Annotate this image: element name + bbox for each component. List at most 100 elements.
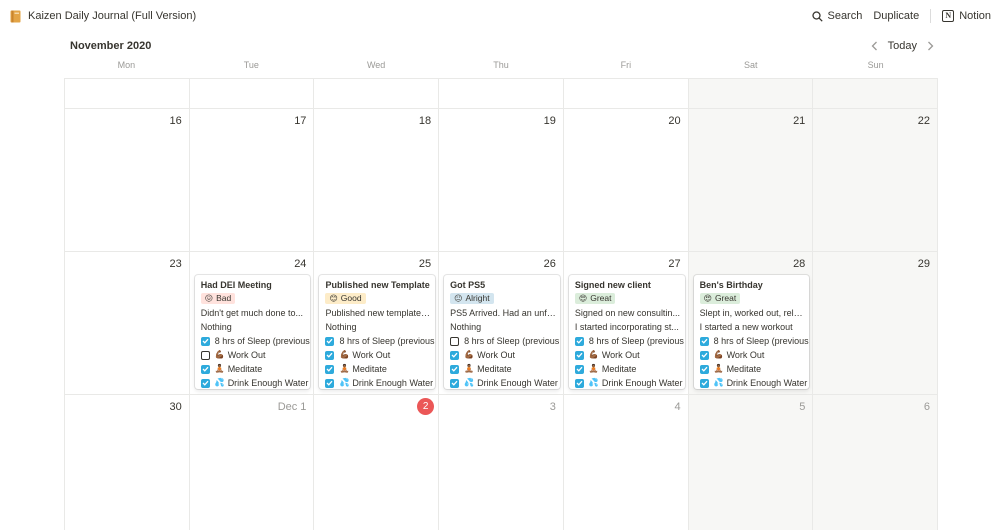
- habit-label: 8 hrs of Sleep (previous n: [339, 336, 436, 346]
- checkbox-checked[interactable]: [699, 378, 709, 388]
- journal-entry-card[interactable]: Ben's Birthday 😍 Great Slept in, worked out…: [693, 275, 810, 389]
- journal-entry-card[interactable]: Got PS5 😐 Alright PS5 Arrived. Had an unfo.…: [444, 275, 560, 389]
- mood-emoji-icon: 😐: [454, 294, 463, 303]
- day-cell[interactable]: 4: [564, 395, 689, 530]
- day-cell[interactable]: 29: [813, 252, 939, 394]
- weekday-mon: Mon: [117, 60, 136, 70]
- weekday-thu: Thu: [493, 60, 509, 70]
- habit-emoji-icon: 💪🏾: [464, 350, 475, 359]
- calendar-grid: 16 17 18 19 20 21 22 23 24 Had DEI Meeting 😖 Bad Did…: [64, 78, 939, 530]
- habit-emoji-icon: 🧘🏾: [464, 364, 475, 373]
- checkbox-unchecked[interactable]: [450, 336, 460, 346]
- day-cell[interactable]: [564, 79, 689, 108]
- checkbox-checked[interactable]: [574, 336, 584, 346]
- checkbox-checked[interactable]: [200, 336, 210, 346]
- day-number: 19: [543, 115, 556, 127]
- day-cell[interactable]: 22: [813, 109, 939, 251]
- check-icon: [326, 352, 333, 358]
- notion-button[interactable]: N Notion: [942, 10, 991, 22]
- top-actions: Search Duplicate N Notion: [801, 9, 991, 23]
- checkbox-checked[interactable]: [450, 350, 460, 360]
- search-button[interactable]: Search: [812, 10, 862, 22]
- day-cell[interactable]: [813, 79, 939, 108]
- checkbox-checked[interactable]: [450, 364, 460, 374]
- day-number: 21: [793, 115, 806, 127]
- day-cell[interactable]: 17: [190, 109, 315, 251]
- today-date-badge: 2: [417, 398, 435, 415]
- day-number: 5: [799, 401, 806, 413]
- day-number: 23: [169, 258, 182, 270]
- day-cell[interactable]: 28 Ben's Birthday 😍 Great Slept in, worked o…: [688, 252, 814, 394]
- day-cell[interactable]: 6: [813, 395, 939, 530]
- day-cell[interactable]: 18: [314, 109, 440, 251]
- day-cell[interactable]: 21: [688, 109, 814, 251]
- mood-emoji-icon: 😊: [329, 294, 338, 303]
- day-cell[interactable]: [64, 79, 190, 108]
- checkbox-checked[interactable]: [325, 364, 335, 374]
- checkbox-checked[interactable]: [200, 378, 210, 388]
- day-cell[interactable]: 5: [688, 395, 814, 530]
- checkbox-checked[interactable]: [450, 378, 460, 388]
- today-button[interactable]: Today: [888, 40, 917, 52]
- day-cell[interactable]: [190, 79, 315, 108]
- previous-month-button[interactable]: [868, 39, 882, 53]
- checkbox-checked[interactable]: [325, 336, 335, 346]
- habit-label: Work Out: [601, 350, 640, 360]
- entry-learned: I started a new workout: [699, 322, 793, 332]
- journal-entry-card[interactable]: Signed new client 😍 Great Signed on new con…: [568, 275, 685, 389]
- journal-entry-card[interactable]: Had DEI Meeting 😖 Bad Didn't get much done …: [194, 275, 311, 389]
- checkbox-checked[interactable]: [574, 364, 584, 374]
- day-cell[interactable]: 23: [64, 252, 190, 394]
- habit-row: 🧘🏾 Meditate: [574, 362, 685, 376]
- checkbox-checked[interactable]: [325, 350, 335, 360]
- mood-tag: 😐 Alright: [450, 293, 494, 304]
- checkbox-checked[interactable]: [200, 364, 210, 374]
- checkbox-checked[interactable]: [699, 364, 709, 374]
- day-cell[interactable]: [439, 79, 564, 108]
- calendar-nav: Today: [868, 39, 937, 53]
- day-cell[interactable]: 26 Got PS5 😐 Alright PS5 Arrived. Had an unf…: [439, 252, 564, 394]
- day-cell[interactable]: 25 Published new Template 😊 Good Published n…: [314, 252, 440, 394]
- day-cell[interactable]: Dec 1: [190, 395, 315, 530]
- check-icon: [576, 352, 583, 358]
- checkbox-checked[interactable]: [325, 378, 335, 388]
- page-title: Kaizen Daily Journal (Full Version): [28, 10, 197, 22]
- day-number: 27: [668, 258, 681, 270]
- habit-emoji-icon: 💦: [464, 378, 475, 387]
- day-number: 17: [294, 115, 307, 127]
- day-cell[interactable]: 16: [64, 109, 190, 251]
- week-row: 30 Dec 1 2 3 4 5 6: [64, 394, 939, 530]
- next-month-button[interactable]: [923, 39, 937, 53]
- habit-row: 8 hrs of Sleep (previous n: [450, 334, 560, 348]
- day-cell[interactable]: 19: [439, 109, 564, 251]
- entry-note: Published new template. ...: [325, 308, 434, 318]
- day-cell[interactable]: 27 Signed new client 😍 Great Signed on new c…: [564, 252, 689, 394]
- entry-learned: Nothing: [450, 322, 482, 332]
- mood-label: Great: [714, 293, 737, 303]
- duplicate-button[interactable]: Duplicate: [873, 10, 919, 22]
- day-cell[interactable]: 24 Had DEI Meeting 😖 Bad Didn't get much don…: [190, 252, 315, 394]
- habit-label: Work Out: [227, 350, 266, 360]
- checkbox-checked[interactable]: [574, 378, 584, 388]
- day-cell[interactable]: [314, 79, 440, 108]
- checkbox-checked[interactable]: [699, 350, 709, 360]
- day-cell[interactable]: [688, 79, 814, 108]
- entry-learned: Nothing: [325, 322, 357, 332]
- journal-entry-card[interactable]: Published new Template 😊 Good Published new…: [319, 275, 436, 389]
- checkbox-checked[interactable]: [699, 336, 709, 346]
- entry-title: Got PS5: [450, 280, 486, 290]
- habit-label: Work Out: [726, 350, 765, 360]
- weekday-sun: Sun: [867, 60, 884, 70]
- day-cell[interactable]: 30: [64, 395, 190, 530]
- habit-row: 💪🏾 Work Out: [450, 348, 560, 362]
- checkbox-unchecked[interactable]: [200, 350, 210, 360]
- day-cell[interactable]: 2: [314, 395, 440, 530]
- habit-row: 8 hrs of Sleep (previous n: [200, 334, 310, 348]
- search-label: Search: [827, 10, 863, 22]
- day-cell[interactable]: 20: [564, 109, 689, 251]
- day-number: 29: [917, 258, 931, 270]
- checkbox-checked[interactable]: [574, 350, 584, 360]
- check-icon: [451, 380, 458, 386]
- day-cell[interactable]: 3: [439, 395, 564, 530]
- habit-label: Work Out: [352, 350, 391, 360]
